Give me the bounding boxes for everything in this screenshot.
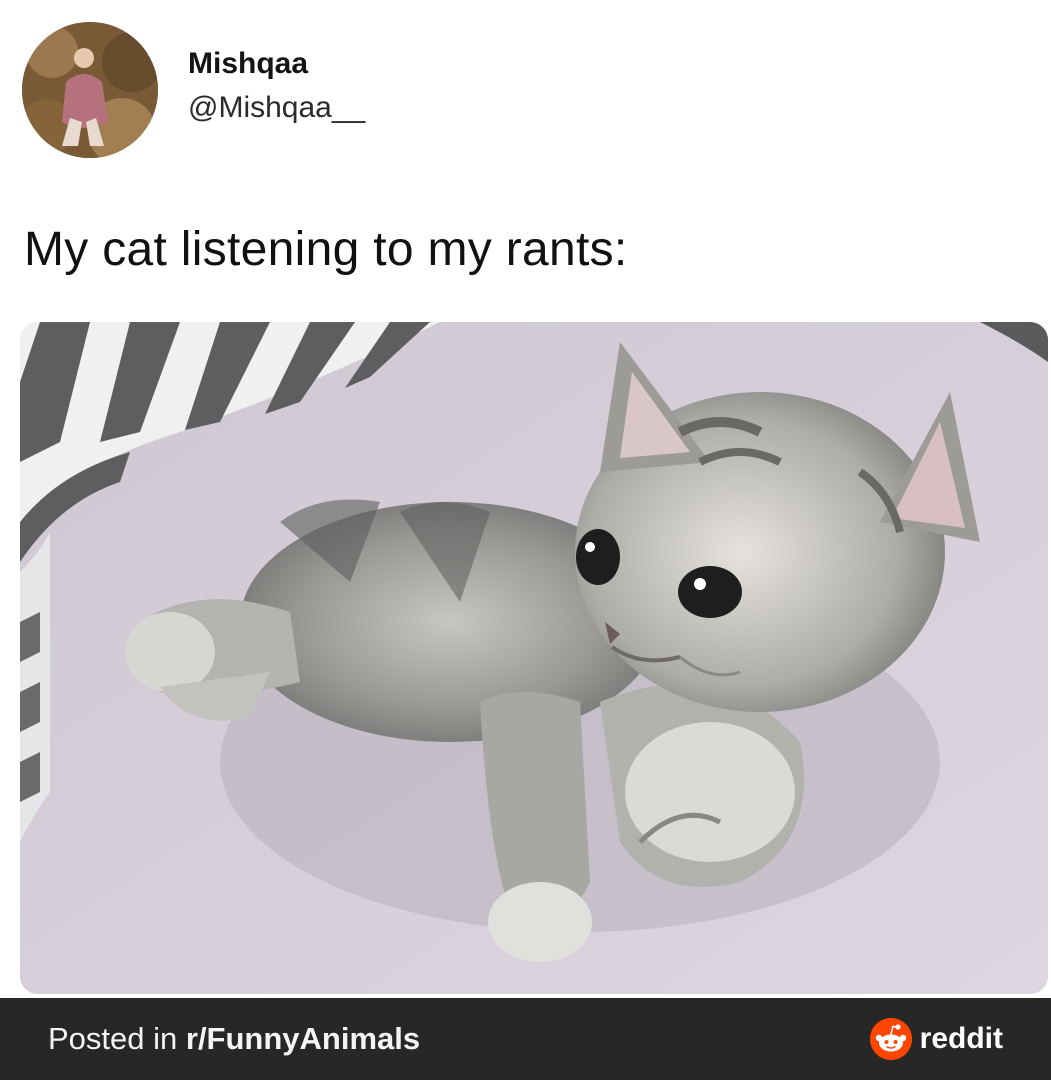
footer-bar: Posted in r/FunnyAnimals reddit <box>0 998 1051 1080</box>
kitten-photo <box>20 322 1048 994</box>
user-handle[interactable]: @Mishqaa__ <box>188 91 365 125</box>
kitten-illustration <box>20 322 1048 994</box>
reddit-brand[interactable]: reddit <box>869 1018 1003 1060</box>
meme-post: Mishqaa @Mishqaa__ My cat listening to m… <box>0 0 1051 1080</box>
post-text: My cat listening to my rants: <box>24 223 628 276</box>
avatar[interactable] <box>22 22 158 158</box>
user-info: Mishqaa @Mishqaa__ <box>188 47 365 125</box>
subreddit-link[interactable]: r/FunnyAnimals <box>186 1021 420 1056</box>
posted-in-label: Posted in <box>48 1021 186 1056</box>
display-name[interactable]: Mishqaa <box>188 47 365 81</box>
reddit-wordmark: reddit <box>919 1022 1003 1055</box>
reddit-alien-icon <box>869 1018 912 1060</box>
posted-in-text[interactable]: Posted in r/FunnyAnimals <box>48 1021 420 1057</box>
post-header: Mishqaa @Mishqaa__ <box>22 22 365 158</box>
